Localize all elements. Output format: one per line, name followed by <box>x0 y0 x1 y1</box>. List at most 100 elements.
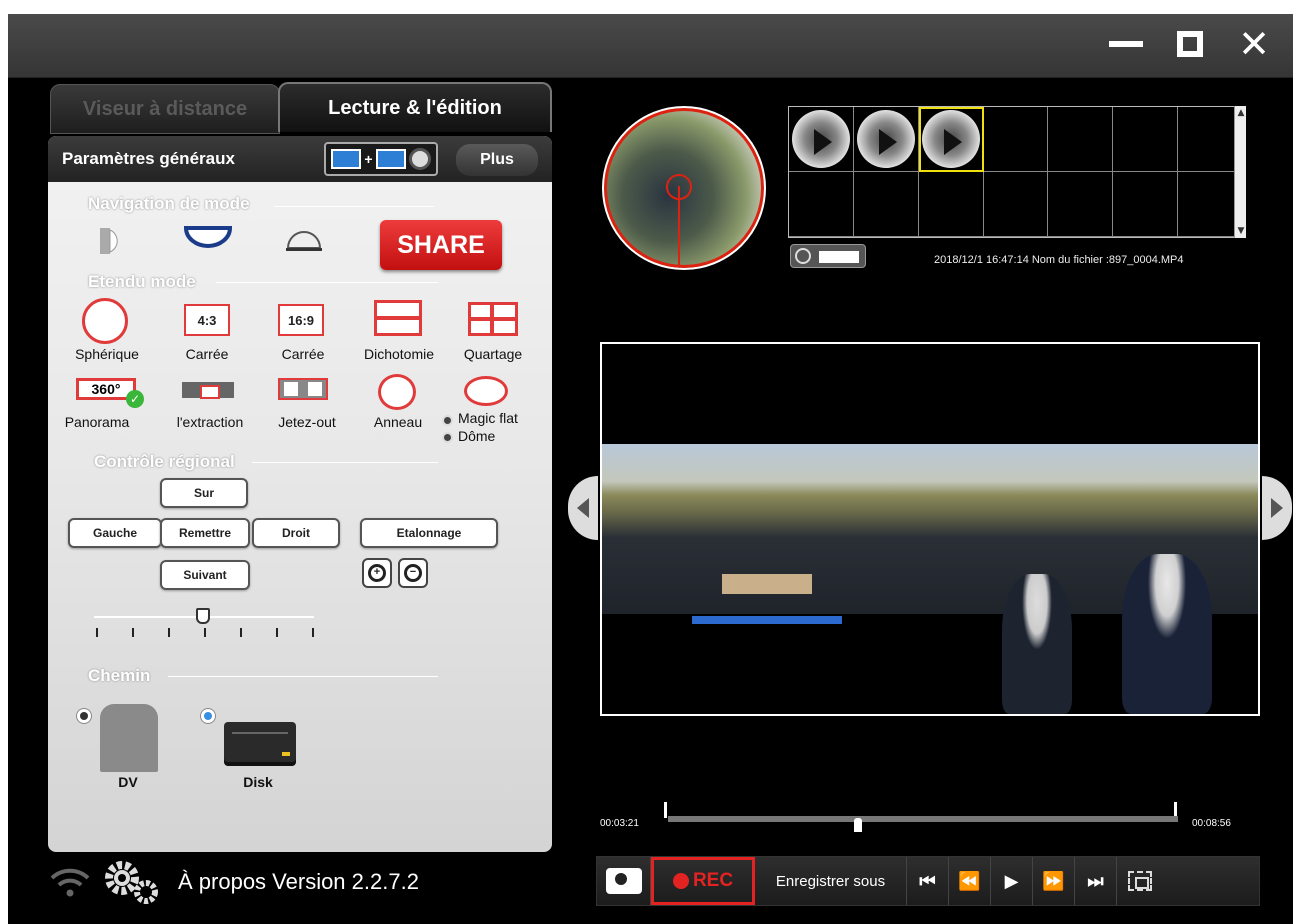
slider-tick <box>96 628 98 637</box>
ceiling-mount-icon[interactable] <box>184 224 232 250</box>
right-button[interactable]: Droit <box>252 518 340 548</box>
zoom-in-icon: + <box>368 564 386 582</box>
thumbnail-cell[interactable] <box>853 107 919 172</box>
throw-out-icon <box>278 378 328 400</box>
snapshot-button[interactable] <box>597 857 651 905</box>
tab-playback-edit[interactable]: Lecture & l'édition <box>278 82 552 132</box>
thumbnail-cell-selected[interactable] <box>918 107 984 172</box>
next-arrow-button[interactable] <box>1262 476 1292 540</box>
ring-icon <box>378 374 416 410</box>
previous-arrow-button[interactable] <box>568 476 598 540</box>
dome-radio[interactable] <box>442 432 453 443</box>
view-direction-line <box>678 186 680 268</box>
disk-radio[interactable] <box>200 708 216 724</box>
co-driver <box>1002 574 1072 714</box>
fullscreen-button[interactable] <box>1117 857 1163 905</box>
fisheye-preview[interactable] <box>602 106 766 270</box>
left-button[interactable]: Gauche <box>68 518 162 548</box>
aspect-43-icon: 4:3 <box>184 304 230 336</box>
arrow-right-icon <box>1271 498 1283 518</box>
scroll-up-icon[interactable]: ▲ <box>1236 108 1246 118</box>
magic-flat-label: Magic flat <box>458 410 518 426</box>
thumbnail-cell[interactable] <box>983 172 1049 237</box>
thumbnail-cell[interactable] <box>1113 172 1179 237</box>
wifi-icon[interactable] <box>48 864 92 900</box>
dv-radio[interactable] <box>76 708 92 724</box>
dichotomy-mode-button[interactable] <box>374 300 422 336</box>
magic-flat-icon <box>464 376 508 406</box>
thumbnail-cell[interactable] <box>853 172 919 237</box>
calibrate-button[interactable]: Etalonnage <box>360 518 498 548</box>
title-bar: ✕ <box>8 14 1293 78</box>
thumbnail-cell[interactable] <box>1113 107 1179 172</box>
timeline-playhead[interactable] <box>854 818 862 832</box>
plus-icon: + <box>364 151 373 167</box>
trim-start-marker[interactable] <box>664 802 667 818</box>
thumbnail-cell[interactable] <box>789 107 854 172</box>
extraction-mode-button[interactable] <box>182 382 234 399</box>
section-title-path: Chemin <box>88 666 151 685</box>
close-button[interactable]: ✕ <box>1234 25 1274 63</box>
more-button[interactable]: Plus <box>456 144 538 176</box>
scroll-down-icon[interactable]: ▼ <box>1236 226 1246 236</box>
video-thumbnail <box>792 110 850 168</box>
tab-remote-viewer[interactable]: Viseur à distance <box>50 84 280 134</box>
video-viewer[interactable] <box>600 342 1260 716</box>
reset-button[interactable]: Remettre <box>160 518 250 548</box>
timeline-track[interactable] <box>668 816 1178 822</box>
record-dot-icon <box>672 873 689 889</box>
maximize-button[interactable] <box>1170 26 1210 62</box>
square-169-mode-button[interactable]: 16:9 <box>278 304 324 336</box>
thumbnail-cell[interactable] <box>1048 107 1114 172</box>
thumbnail-cell[interactable] <box>918 172 984 237</box>
record-label: REC <box>692 870 734 891</box>
disk-drive-button[interactable] <box>224 722 296 762</box>
rewind-button[interactable]: ⏪ <box>949 857 991 905</box>
thumbnail-cell[interactable] <box>789 172 854 237</box>
record-button[interactable]: REC <box>651 857 755 905</box>
dv-drive-button[interactable] <box>100 704 158 772</box>
fast-forward-icon: ⏩ <box>1042 870 1065 892</box>
fast-forward-button[interactable]: ⏩ <box>1033 857 1075 905</box>
video-thumbnail <box>921 110 980 168</box>
about-version-link[interactable]: À propos Version 2.2.7.2 <box>178 869 419 895</box>
wall-mount-icon[interactable] <box>96 226 124 256</box>
share-button[interactable]: SHARE <box>380 220 502 270</box>
panel-title: Paramètres généraux <box>62 149 235 168</box>
play-button[interactable]: ▶ <box>991 857 1033 905</box>
down-button[interactable]: Suivant <box>160 560 250 590</box>
throw-out-mode-button[interactable] <box>278 378 328 400</box>
panorama-mode-button[interactable]: 360° ✓ <box>76 378 144 408</box>
zoom-in-button[interactable]: + <box>362 558 392 588</box>
settings-gear-icon[interactable] <box>104 860 160 904</box>
view-toggle[interactable] <box>790 244 866 268</box>
thumbnail-cell[interactable] <box>983 107 1049 172</box>
thumbnail-cell[interactable] <box>1048 172 1114 237</box>
zoom-slider-thumb[interactable] <box>196 608 210 624</box>
zoom-out-button[interactable]: − <box>398 558 428 588</box>
sphere-icon <box>82 298 128 344</box>
skip-to-end-button[interactable]: ⏭ <box>1075 857 1117 905</box>
up-button[interactable]: Sur <box>160 478 248 508</box>
slider-tick <box>132 628 134 637</box>
fullscreen-icon <box>1128 871 1152 891</box>
thumbnail-scrollbar[interactable]: ▲ ▼ <box>1234 106 1246 238</box>
magic-flat-radio[interactable] <box>442 415 453 426</box>
magic-flat-mode-button[interactable] <box>464 376 508 406</box>
save-as-button[interactable]: Enregistrer sous <box>755 857 907 905</box>
skip-end-icon: ⏭ <box>1087 870 1104 892</box>
quad-mode-button[interactable] <box>468 302 518 336</box>
ring-mode-button[interactable] <box>378 374 416 410</box>
app-window: ✕ Viseur à distance Lecture & l'édition … <box>8 14 1293 924</box>
merge-video-button[interactable]: + <box>324 142 438 176</box>
desktop-mount-icon[interactable] <box>284 228 324 252</box>
section-title-regional: Contrôle régional <box>94 452 235 471</box>
toggle-bar <box>819 251 859 263</box>
skip-to-start-button[interactable]: ⏮ <box>907 857 949 905</box>
square-43-mode-button[interactable]: 4:3 <box>184 304 230 336</box>
time-start: 00:03:21 <box>600 818 639 829</box>
spherical-mode-button[interactable] <box>82 298 128 344</box>
split-four-icon <box>468 302 518 336</box>
minimize-button[interactable] <box>1106 26 1146 62</box>
mode-label: Dichotomie <box>363 346 435 362</box>
